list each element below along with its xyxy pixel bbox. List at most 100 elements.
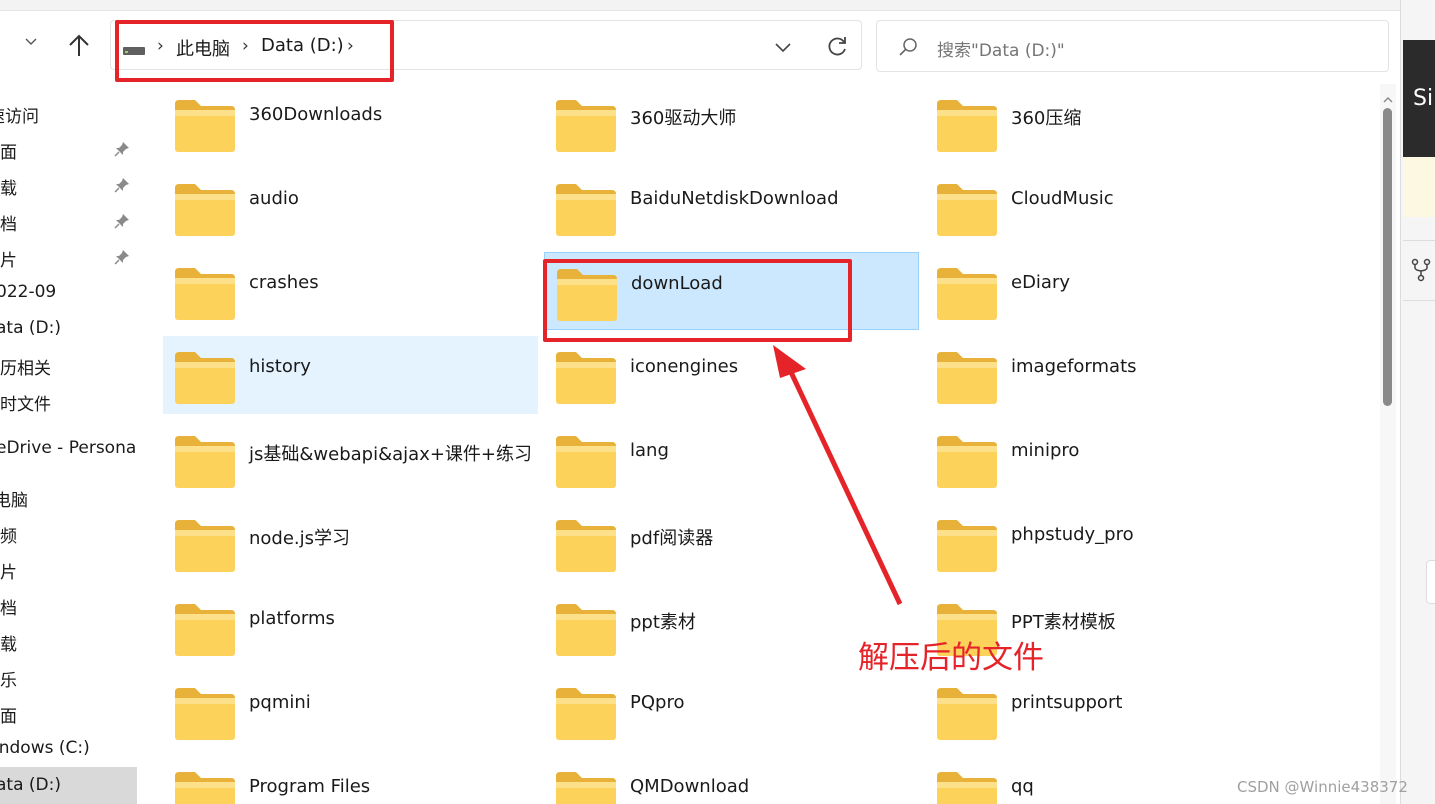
refresh-icon[interactable] [824, 34, 850, 60]
folder-icon [935, 434, 999, 490]
pin-icon [114, 177, 130, 193]
folder-item[interactable]: pqmini [163, 672, 538, 750]
sidebar-item[interactable]: 片 [0, 553, 137, 585]
folder-icon [173, 434, 237, 490]
fork-icon[interactable] [1410, 258, 1432, 282]
folder-icon [554, 182, 618, 238]
sidebar-item[interactable]: 载 [0, 169, 137, 201]
folder-icon [173, 350, 237, 406]
search-box[interactable]: 搜索"Data (D:)" [876, 20, 1389, 72]
folder-item[interactable]: PQpro [544, 672, 919, 750]
folder-name: minipro [1011, 440, 1080, 461]
search-icon [897, 36, 919, 58]
folder-name: printsupport [1011, 692, 1123, 713]
sidebar-item[interactable]: 频 [0, 517, 137, 549]
divider [1403, 240, 1435, 241]
folder-name: audio [249, 188, 299, 209]
sidebar-item[interactable]: 乐 [0, 661, 137, 693]
folder-item[interactable]: minipro [925, 420, 1300, 498]
folder-item[interactable]: platforms [163, 588, 538, 666]
folder-name: node.js学习 [249, 528, 351, 549]
folder-item[interactable]: CloudMusic [925, 168, 1300, 246]
folder-item[interactable]: audio [163, 168, 538, 246]
sidebar-item[interactable]: 面 [0, 697, 137, 729]
pin-icon [114, 249, 130, 265]
scrollbar-thumb[interactable] [1383, 108, 1392, 406]
sidebar-item[interactable]: ata (D:) [0, 313, 137, 345]
sidebar-item[interactable]: 速访问 [0, 97, 137, 129]
sidebar-item[interactable]: 片 [0, 241, 137, 273]
folder-icon [554, 770, 618, 804]
folder-item[interactable]: history [163, 336, 538, 414]
folder-name: CloudMusic [1011, 188, 1114, 209]
folder-item[interactable]: printsupport [925, 672, 1300, 750]
sidebar-item[interactable]: eDrive - Persona [0, 433, 137, 465]
sidebar-item[interactable]: 电脑 [0, 481, 137, 513]
folder-item[interactable]: 360压缩 [925, 84, 1300, 162]
sidebar-item[interactable]: 载 [0, 625, 137, 657]
recent-locations-chevron-icon[interactable] [24, 34, 42, 52]
sidebar-item[interactable]: 档 [0, 205, 137, 237]
adjacent-window-notice [1403, 157, 1435, 217]
folder-icon [173, 686, 237, 742]
folder-item[interactable]: node.js学习 [163, 504, 538, 582]
sidebar-item[interactable]: 历相关 [0, 349, 137, 381]
folder-icon [554, 518, 618, 574]
folder-icon [173, 602, 237, 658]
folder-item[interactable]: phpstudy_pro [925, 504, 1300, 582]
folder-name: pqmini [249, 692, 311, 713]
folder-name: 360Downloads [249, 104, 383, 125]
folder-item[interactable]: pdf阅读器 [544, 504, 919, 582]
sidebar-item-data-d-selected[interactable]: ata (D:) [0, 767, 137, 804]
pin-icon [114, 141, 130, 157]
folder-name: crashes [249, 272, 319, 293]
folder-icon [173, 518, 237, 574]
folder-name: QMDownload [630, 776, 750, 797]
divider [1403, 300, 1435, 301]
folder-item[interactable]: QMDownload [544, 756, 919, 804]
scroll-up-arrow-icon[interactable] [1382, 90, 1394, 103]
sidebar-item[interactable]: 时文件 [0, 385, 137, 417]
sidebar-item[interactable]: 022-09 [0, 277, 137, 309]
sidebar-item[interactable]: 档 [0, 589, 137, 621]
folder-item[interactable]: BaiduNetdiskDownload [544, 168, 919, 246]
folder-name: history [249, 356, 311, 377]
folder-name: iconengines [630, 356, 739, 377]
search-placeholder[interactable]: 搜索"Data (D:)" [937, 36, 1065, 61]
annotation-label: 解压后的文件 [858, 640, 1044, 676]
folder-name: lang [630, 440, 669, 461]
sidebar-item[interactable]: indows (C:) [0, 733, 137, 765]
watermark: CSDN @Winnie438372 [1237, 778, 1408, 796]
folder-name: phpstudy_pro [1011, 524, 1134, 545]
folder-name: pdf阅读器 [630, 528, 714, 549]
address-dropdown-chevron-icon[interactable] [771, 35, 795, 59]
folder-item[interactable]: Program Files [163, 756, 538, 804]
folder-icon [554, 350, 618, 406]
folder-icon [935, 770, 999, 804]
folder-item[interactable]: 360Downloads [163, 84, 538, 162]
folder-icon [935, 686, 999, 742]
folder-name: platforms [249, 608, 335, 629]
folder-icon [554, 686, 618, 742]
folder-name: PPT素材模板 [1011, 612, 1116, 633]
folder-name: PQpro [630, 692, 685, 713]
annotation-highlight-download [543, 259, 852, 342]
folder-item[interactable]: js基础&webapi&ajax+课件+练习 [163, 420, 538, 498]
folder-item[interactable]: iconengines [544, 336, 919, 414]
up-arrow-icon[interactable] [64, 31, 94, 61]
folder-icon [554, 434, 618, 490]
folder-item[interactable]: imageformats [925, 336, 1300, 414]
folder-name: Program Files [249, 776, 371, 797]
folder-icon [935, 518, 999, 574]
folder-item[interactable]: eDiary [925, 252, 1300, 330]
folder-item[interactable]: crashes [163, 252, 538, 330]
folder-icon [173, 770, 237, 804]
folder-grid: 360Downloads 360驱动大师 360压缩 audio BaiduNetdis… [140, 84, 1380, 804]
folder-item[interactable]: lang [544, 420, 919, 498]
folder-icon [173, 266, 237, 322]
folder-item[interactable]: 360驱动大师 [544, 84, 919, 162]
folder-icon [935, 350, 999, 406]
folder-name: eDiary [1011, 272, 1071, 293]
pin-icon [114, 213, 130, 229]
sidebar-item[interactable]: 面 [0, 133, 137, 165]
